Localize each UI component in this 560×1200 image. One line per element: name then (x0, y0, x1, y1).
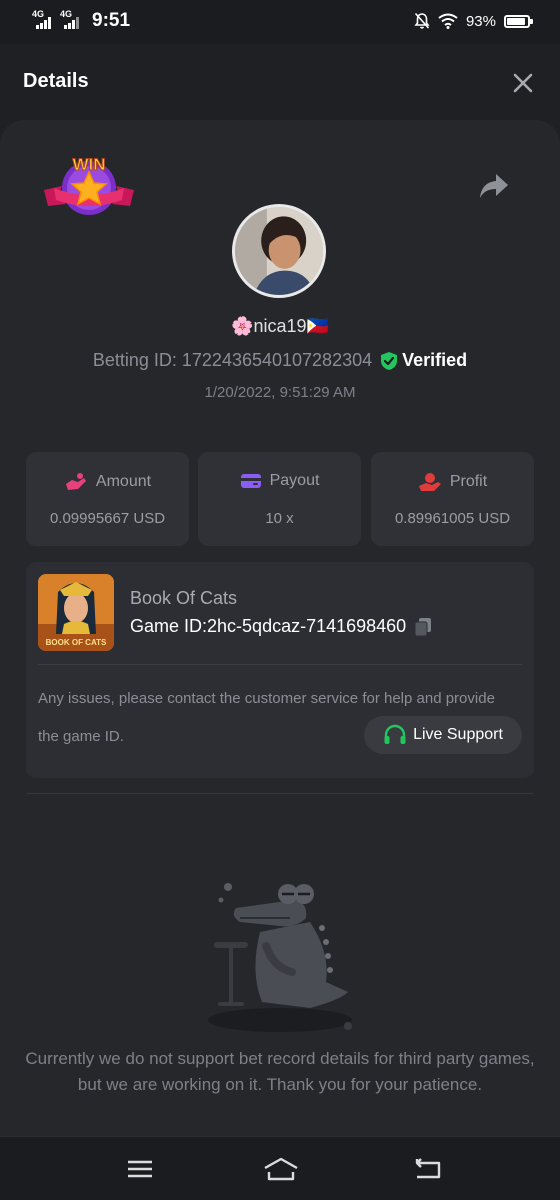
live-support-button[interactable]: Live Support (364, 716, 522, 754)
amount-label: Amount (95, 473, 152, 490)
profit-value: 0.89961005 USD (394, 510, 511, 527)
signal-1-icon: 4G (32, 9, 54, 31)
game-card-divider (38, 664, 522, 665)
avatar-photo (235, 207, 323, 295)
section-divider (26, 793, 534, 794)
game-card: BOOK OF CATS Book Of Cats Game ID:2hc-5q… (26, 562, 534, 778)
share-icon[interactable] (478, 172, 510, 200)
page-title: Details (23, 70, 89, 92)
game-thumbnail[interactable]: BOOK OF CATS (38, 574, 114, 651)
stat-card-profit: Profit 0.89961005 USD (371, 452, 534, 546)
stat-card-amount: Amount 0.09995667 USD (26, 452, 189, 546)
verified-badge: Verified (380, 350, 467, 371)
clock: 9:51 (92, 10, 131, 31)
status-bar: 4G 4G 9:51 93% (0, 0, 560, 44)
copy-icon[interactable] (414, 617, 432, 637)
close-icon[interactable] (510, 70, 536, 96)
profit-hand-icon (418, 473, 441, 491)
win-badge-text: WIN (72, 155, 105, 174)
wifi-icon (438, 13, 458, 29)
menu-icon[interactable] (124, 1155, 156, 1183)
avatar (232, 204, 326, 298)
verified-label: Verified (402, 350, 468, 370)
stat-card-payout: Payout 10 x (198, 452, 361, 546)
betting-id: Betting ID: 1722436540107282304 (92, 350, 373, 370)
battery-percent: 93% (465, 12, 496, 30)
payout-label: Payout (269, 472, 320, 489)
win-badge-icon: WIN (44, 155, 134, 215)
username: 🌸nica19🇵🇭 (231, 316, 329, 336)
game-thumbnail-text: BOOK OF CATS (46, 638, 107, 647)
betting-id-row: Betting ID: 1722436540107282304 Verified (0, 350, 560, 371)
money-hand-icon (65, 473, 86, 490)
game-name: Book Of Cats (130, 588, 238, 608)
mute-bell-icon (414, 12, 430, 29)
live-support-label: Live Support (413, 726, 503, 743)
game-id-label: Game ID: (130, 616, 208, 636)
battery-icon (504, 14, 533, 28)
verified-shield-icon (381, 351, 398, 370)
back-icon[interactable] (411, 1155, 443, 1183)
third-party-notice: Currently we do not support bet record d… (25, 1049, 535, 1094)
home-icon[interactable] (262, 1155, 300, 1183)
payout-value: 10 x (265, 510, 294, 527)
amount-value: 0.09995667 USD (49, 510, 166, 527)
signal-2-icon: 4G (60, 9, 82, 31)
headset-icon (384, 724, 406, 744)
game-id-row: Game ID:2hc-5qdcaz-7141698460 (130, 616, 432, 637)
profit-label: Profit (449, 473, 488, 490)
game-id-value: 2hc-5qdcaz-7141698460 (207, 616, 407, 636)
bet-datetime: 1/20/2022, 9:51:29 AM (204, 384, 356, 401)
crocodile-illustration (208, 883, 352, 1032)
system-nav-bar (0, 1136, 560, 1200)
details-header: Details (0, 44, 560, 120)
wallet-icon (240, 474, 261, 488)
